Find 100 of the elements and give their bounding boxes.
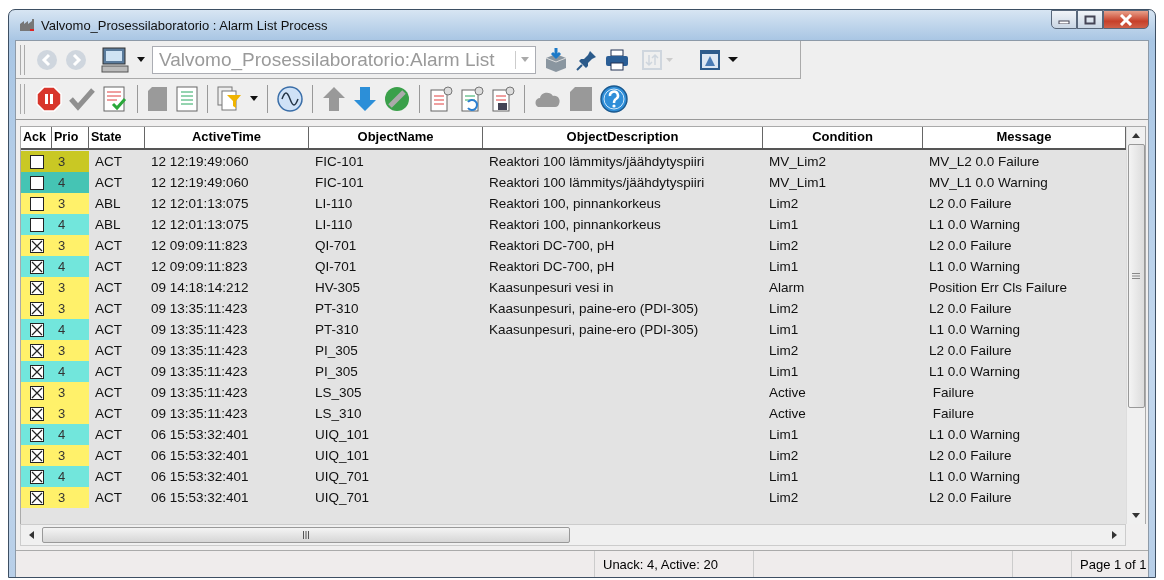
message-cell-text: L1 0.0 Warning <box>928 258 1022 276</box>
message-cell-text: Failure <box>931 405 975 423</box>
caret-icon[interactable] <box>728 56 738 63</box>
message-cell-text: L2 0.0 Failure <box>928 237 1013 255</box>
condition-cell-text: Lim1 <box>768 363 800 381</box>
condition-cell-text: Lim1 <box>768 258 800 276</box>
ack-checkbox[interactable] <box>29 301 44 316</box>
ack-checkbox[interactable] <box>29 490 44 505</box>
ack-checkbox[interactable] <box>29 448 44 463</box>
ack-checkbox[interactable] <box>29 217 44 232</box>
scroll-left-icon[interactable] <box>29 531 34 539</box>
printer-icon[interactable] <box>605 48 629 71</box>
caret-icon[interactable] <box>137 56 145 63</box>
time-cell-text: 09 13:35:11:423 <box>150 363 249 381</box>
down-arrow-icon[interactable] <box>353 86 377 112</box>
pin-icon[interactable] <box>576 48 598 71</box>
vertical-scrollbar[interactable] <box>1126 127 1145 524</box>
horizontal-scrollbar[interactable] <box>20 524 1126 546</box>
message-cell-text: L1 0.0 Warning <box>928 321 1022 339</box>
ack-checkbox[interactable] <box>29 322 44 337</box>
minimize-button[interactable] <box>1051 10 1077 29</box>
state-cell-text: ABL <box>94 216 122 234</box>
checklist-icon[interactable] <box>102 86 128 112</box>
column-header[interactable]: Ack <box>21 127 52 148</box>
description-cell-text: Reaktori DC-700, pH <box>488 258 616 276</box>
time-cell-text: 12 12:01:13:075 <box>150 216 250 234</box>
condition-cell-text: Lim2 <box>768 489 800 507</box>
link-icon[interactable] <box>384 86 410 112</box>
state-cell-text: ACT <box>94 300 123 318</box>
scroll-right-icon[interactable] <box>1112 531 1117 539</box>
object-name-cell-text: PT-310 <box>314 300 360 318</box>
ack-checkbox[interactable] <box>29 280 44 295</box>
ack-checkbox[interactable] <box>29 406 44 421</box>
maximize-icon <box>1084 14 1096 25</box>
state-cell-text: ACT <box>94 342 123 360</box>
condition-cell-text: Lim1 <box>768 468 800 486</box>
time-cell-text: 06 15:53:32:401 <box>150 489 250 507</box>
alarm-count-text: Unack: 4, Active: 20 <box>603 556 718 572</box>
document-gear-icon[interactable] <box>460 86 484 112</box>
object-name-cell-text: LS_305 <box>314 384 363 402</box>
description-cell-text: Reaktori 100 lämmitys/jäähdytyspiiri <box>488 153 706 171</box>
stop-icon[interactable] <box>36 86 62 112</box>
ack-checkbox[interactable] <box>29 385 44 400</box>
ack-checkbox[interactable] <box>29 259 44 274</box>
ack-checkbox[interactable] <box>29 238 44 253</box>
time-cell-text: 12 12:19:49:060 <box>150 174 250 192</box>
maximize-button[interactable] <box>1077 10 1103 29</box>
state-cell-text: ACT <box>94 153 123 171</box>
state-cell-text: ACT <box>94 384 123 402</box>
object-name-cell-text: QI-701 <box>314 237 358 255</box>
object-name-cell-text: PI_305 <box>314 342 359 360</box>
computer-icon[interactable] <box>100 45 130 74</box>
condition-cell-text: Lim1 <box>768 426 800 444</box>
time-cell-text: 12 12:19:49:060 <box>150 153 250 171</box>
description-cell-text: Kaasunpesuri, paine-ero (PDI-305) <box>488 300 700 318</box>
column-header[interactable]: Prio <box>52 127 89 148</box>
object-name-cell-text: FIC-101 <box>314 153 365 171</box>
ack-checkbox[interactable] <box>29 343 44 358</box>
factory-icon <box>19 18 35 32</box>
warning-list-icon[interactable] <box>699 48 721 71</box>
object-name-cell-text: LS_310 <box>314 405 363 423</box>
column-header[interactable]: State <box>89 127 145 148</box>
priority-cell: 4 <box>52 361 89 382</box>
condition-cell-text: Lim2 <box>768 447 800 465</box>
priority-cell: 3 <box>52 445 89 466</box>
state-cell-text: ACT <box>94 468 123 486</box>
message-cell-text: L2 0.0 Failure <box>928 300 1013 318</box>
message-cell-text: L1 0.0 Warning <box>928 468 1022 486</box>
object-name-cell-text: FIC-101 <box>314 174 365 192</box>
description-cell-text: Reaktori 100, pinnankorkeus <box>488 195 662 213</box>
condition-cell-text: Active <box>768 384 807 402</box>
scroll-down-icon[interactable] <box>1132 513 1140 518</box>
grip-icon[interactable] <box>302 531 310 539</box>
help-icon[interactable] <box>600 85 628 113</box>
message-cell-text: L1 0.0 Warning <box>928 363 1022 381</box>
box-icon[interactable] <box>543 46 569 73</box>
ack-checkbox[interactable] <box>29 364 44 379</box>
description-cell-text: Reaktori DC-700, pH <box>488 237 616 255</box>
caret-icon[interactable] <box>250 96 258 102</box>
condition-cell-text: MV_Lim1 <box>768 174 828 192</box>
checkmark-icon[interactable] <box>69 87 95 111</box>
ack-checkbox[interactable] <box>29 427 44 442</box>
close-button[interactable] <box>1103 10 1149 29</box>
priority-cell: 3 <box>52 193 89 214</box>
message-cell-text: L1 0.0 Warning <box>928 216 1022 234</box>
ack-checkbox[interactable] <box>29 196 44 211</box>
state-cell-text: ACT <box>94 279 123 297</box>
state-cell-text: ACT <box>94 405 123 423</box>
document-gear-icon[interactable] <box>491 86 515 112</box>
ack-checkbox[interactable] <box>29 469 44 484</box>
object-name-cell-text: PT-310 <box>314 321 360 339</box>
grip-icon[interactable] <box>1132 273 1140 279</box>
scroll-up-icon[interactable] <box>1132 133 1140 138</box>
condition-cell-text: MV_Lim2 <box>768 153 828 171</box>
object-name-cell-text: UIQ_101 <box>314 447 371 465</box>
ack-checkbox[interactable] <box>29 154 44 169</box>
ack-checkbox[interactable] <box>29 175 44 190</box>
state-cell-text: ABL <box>94 195 122 213</box>
wave-icon[interactable] <box>277 86 303 112</box>
condition-cell-text: Lim2 <box>768 195 800 213</box>
